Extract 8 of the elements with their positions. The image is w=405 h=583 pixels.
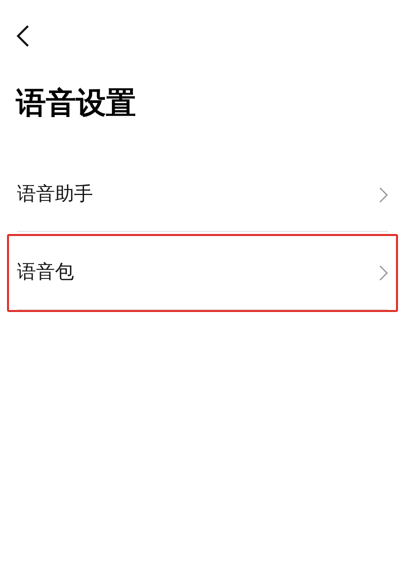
settings-row[interactable]: 语音助手	[17, 158, 388, 232]
chevron-right-icon	[379, 264, 388, 280]
back-icon[interactable]	[16, 24, 30, 48]
settings-row[interactable]: 语音包	[17, 236, 388, 310]
row-label: 语音包	[17, 260, 74, 286]
row-label: 语音助手	[17, 182, 93, 208]
chevron-right-icon	[379, 186, 388, 202]
page-title: 语音设置	[16, 86, 136, 121]
